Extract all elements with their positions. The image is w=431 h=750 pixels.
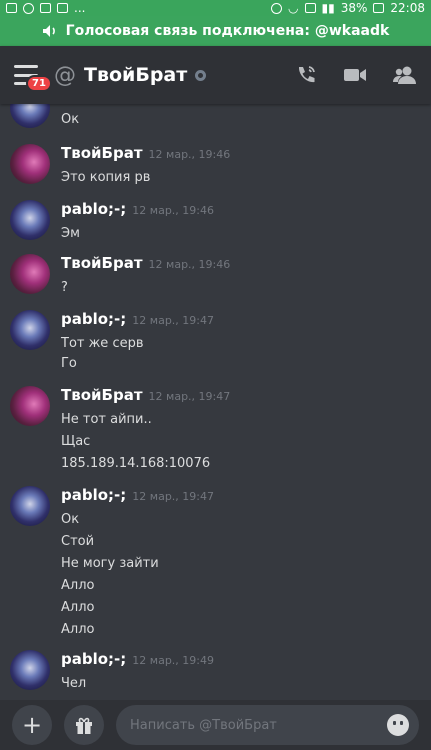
message-text: Это копия рв <box>61 170 151 185</box>
message-timestamp: 12 мар., 19:47 <box>148 390 231 403</box>
gift-button[interactable] <box>64 705 104 745</box>
message-text: Не могу зайти <box>61 556 159 571</box>
signal-icon: ▮▮ <box>321 1 335 15</box>
menu-button[interactable]: 71 <box>14 65 52 92</box>
avatar[interactable] <box>10 310 50 350</box>
message-author[interactable]: pablo;-; 12 мар., 19:46 <box>61 200 214 218</box>
wifi-icon: ◡ <box>288 1 299 15</box>
notification-icon <box>40 3 51 13</box>
message-text[interactable]: 185.189.14.168:10076 <box>61 456 210 471</box>
status-bar: ... ◡ ▮▮ 38% 22:08 <box>0 0 431 16</box>
message-author[interactable]: ТвойБрат 12 мар., 19:46 <box>61 254 230 272</box>
avatar[interactable] <box>10 104 50 128</box>
emoji-icon[interactable] <box>387 714 409 736</box>
gallery-icon <box>6 3 17 13</box>
message-text: Алло <box>61 622 95 637</box>
clock: 22:08 <box>390 1 425 15</box>
hamburger-line <box>14 65 38 68</box>
message-composer: + Написать @ТвойБрат <box>0 700 431 750</box>
message-text: Щас <box>61 434 91 449</box>
dnd-icon <box>23 2 34 14</box>
message-timestamp: 12 мар., 19:47 <box>132 314 214 327</box>
plus-icon: + <box>21 711 43 739</box>
message-author[interactable]: pablo;-; 12 мар., 19:47 <box>61 310 214 328</box>
voice-connected-banner[interactable]: Голосовая связь подключена: @wkaadk <box>0 16 431 46</box>
battery-icon <box>373 3 385 13</box>
unread-badge: 71 <box>26 75 52 92</box>
voice-status-text: Голосовая связь подключена: @wkaadk <box>65 23 390 39</box>
message-timestamp: 12 мар., 19:47 <box>132 490 214 503</box>
message-text: Ок <box>61 112 80 127</box>
message-timestamp: 12 мар., 19:46 <box>132 204 214 217</box>
message-author[interactable]: pablo;-; 12 мар., 19:49 <box>61 650 214 668</box>
sync-icon <box>271 2 283 14</box>
message-text: Эм <box>61 226 80 241</box>
message-text: Тот же серв <box>61 336 144 351</box>
message-timestamp: 12 мар., 19:46 <box>148 258 231 271</box>
app-icon <box>57 3 68 13</box>
message-text: Ок <box>61 512 80 527</box>
dm-title[interactable]: ТвойБрат <box>84 64 187 86</box>
avatar[interactable] <box>10 200 50 240</box>
avatar[interactable] <box>10 386 50 426</box>
message-author[interactable]: pablo;-; 12 мар., 19:47 <box>61 486 214 504</box>
message-text: Чел <box>61 676 87 691</box>
members-icon[interactable] <box>393 65 417 85</box>
message-text: ? <box>61 280 68 295</box>
message-text: Алло <box>61 600 95 615</box>
avatar[interactable] <box>10 650 50 690</box>
message-input[interactable]: Написать @ТвойБрат <box>116 705 419 745</box>
message-list[interactable]: Ок ТвойБрат 12 мар., 19:46 Это копия рв p… <box>0 104 431 700</box>
avatar[interactable] <box>10 144 50 184</box>
message-timestamp: 12 мар., 19:49 <box>132 654 214 667</box>
battery-level: 38% <box>340 1 368 15</box>
voice-call-icon[interactable] <box>295 64 317 86</box>
message-text: Стой <box>61 534 95 549</box>
add-attachment-button[interactable]: + <box>12 705 52 745</box>
avatar[interactable] <box>10 486 50 526</box>
message-text: Не тот айпи.. <box>61 412 152 427</box>
message-text: Алло <box>61 578 95 593</box>
channel-header: 71 @ ТвойБрат <box>0 46 431 104</box>
nfc-icon <box>304 3 316 13</box>
speaker-icon <box>42 25 55 37</box>
more-notifications: ... <box>74 1 86 15</box>
message-author[interactable]: ТвойБрат 12 мар., 19:46 <box>61 144 230 162</box>
at-icon: @ <box>54 62 76 88</box>
avatar[interactable] <box>10 254 50 294</box>
message-text: Го <box>61 356 77 371</box>
video-call-icon[interactable] <box>343 66 367 84</box>
message-timestamp: 12 мар., 19:46 <box>148 148 231 161</box>
message-input-placeholder: Написать @ТвойБрат <box>130 717 277 733</box>
offline-status-icon <box>195 69 207 81</box>
message-author[interactable]: ТвойБрат 12 мар., 19:47 <box>61 386 230 404</box>
gift-icon <box>76 717 92 734</box>
